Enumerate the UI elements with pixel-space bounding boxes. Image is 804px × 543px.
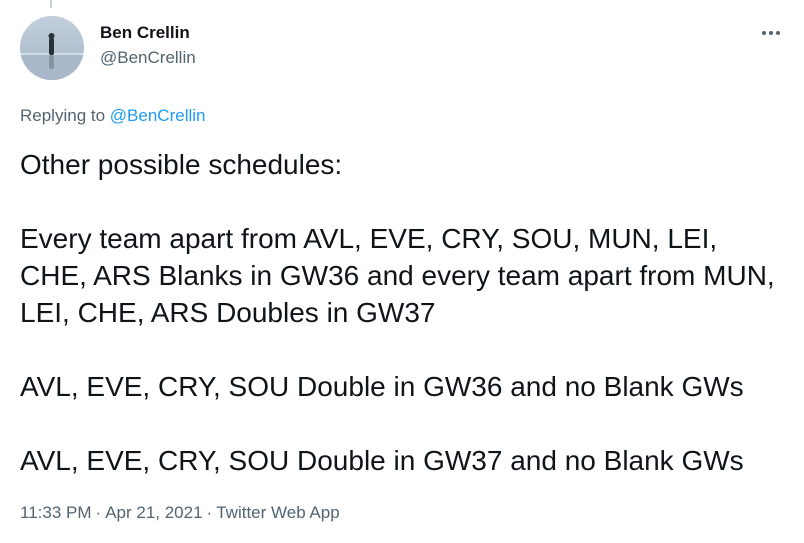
more-options-button[interactable]: [760, 26, 782, 40]
tweet-paragraph: Every team apart from AVL, EVE, CRY, SOU…: [20, 223, 775, 328]
tweet-paragraph: AVL, EVE, CRY, SOU Double in GW37 and no…: [20, 445, 744, 476]
tweet-paragraph: Other possible schedules:: [20, 149, 343, 180]
replying-to-handle-link[interactable]: @BenCrellin: [110, 106, 206, 125]
author-display-name[interactable]: Ben Crellin: [100, 22, 196, 44]
tweet-source[interactable]: Twitter Web App: [216, 503, 339, 522]
meta-separator: ·: [206, 503, 213, 522]
avatar-photo-icon: [20, 16, 84, 80]
author-info[interactable]: Ben Crellin @BenCrellin: [100, 22, 196, 70]
meta-separator: ·: [95, 503, 102, 522]
replying-to: Replying to @BenCrellin: [20, 104, 205, 128]
replying-to-label: Replying to: [20, 106, 106, 125]
tweet-time[interactable]: 11:33 PM: [20, 503, 92, 522]
more-horizontal-icon: [762, 31, 780, 35]
tweet-date[interactable]: Apr 21, 2021: [105, 503, 202, 522]
tweet-text: Other possible schedules: Every team apa…: [20, 146, 790, 479]
thread-connector-line: [50, 0, 52, 8]
author-avatar[interactable]: [20, 16, 84, 80]
tweet-paragraph: AVL, EVE, CRY, SOU Double in GW36 and no…: [20, 371, 744, 402]
author-handle[interactable]: @BenCrellin: [100, 46, 196, 70]
tweet-meta: 11:33 PM · Apr 21, 2021 · Twitter Web App: [20, 501, 340, 525]
